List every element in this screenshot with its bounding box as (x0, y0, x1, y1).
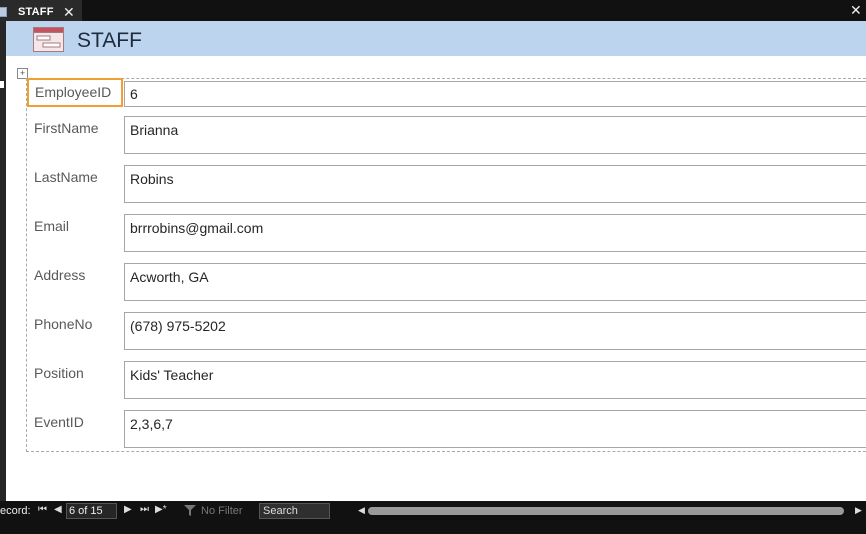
previous-record-icon[interactable]: ◀ (54, 504, 62, 515)
tab-staff[interactable]: STAFF ✕ (0, 0, 82, 21)
form-view: STAFF + EmployeeID 6 FirstName Brianna L… (6, 21, 866, 501)
first-record-icon[interactable]: ⏮ (38, 504, 47, 515)
scroll-left-icon[interactable]: ◀ (358, 505, 365, 516)
employeeid-field[interactable]: 6 (124, 81, 866, 107)
current-record-marker (0, 81, 4, 88)
eventid-label: EventID (34, 414, 84, 430)
lastname-label: LastName (34, 169, 98, 185)
horizontal-scrollbar[interactable] (368, 507, 844, 515)
address-field[interactable]: Acworth, GA (124, 263, 866, 301)
close-tab-icon[interactable]: ✕ (63, 3, 75, 21)
position-field[interactable]: Kids' Teacher (124, 361, 866, 399)
form-icon (33, 27, 64, 52)
new-record-icon[interactable]: ▶* (155, 504, 167, 515)
form-header: STAFF (6, 21, 866, 56)
phoneno-field[interactable]: (678) 975-5202 (124, 312, 866, 350)
position-label: Position (34, 365, 84, 381)
eventid-field[interactable]: 2,3,6,7 (124, 410, 866, 448)
record-navigation-bar: ecord: ⏮ ◀ 6 of 15 ▶ ⏭ ▶* No Filter Sear… (0, 501, 866, 521)
next-record-icon[interactable]: ▶ (124, 504, 132, 515)
form-tab-icon (0, 7, 7, 17)
last-record-icon[interactable]: ⏭ (140, 504, 149, 515)
address-label: Address (34, 267, 86, 283)
current-record-input[interactable]: 6 of 15 (66, 503, 117, 519)
tab-label: STAFF (18, 6, 54, 18)
close-window-icon[interactable]: ✕ (850, 1, 862, 19)
form-title: STAFF (77, 29, 142, 52)
email-label: Email (34, 218, 70, 234)
employeeid-label[interactable]: EmployeeID (27, 78, 123, 107)
scroll-right-icon[interactable]: ▶ (855, 505, 862, 516)
no-filter-button[interactable]: No Filter (201, 505, 243, 517)
document-tab-bar: STAFF ✕ ✕ (0, 0, 866, 21)
phoneno-label: PhoneNo (34, 316, 93, 332)
firstname-label: FirstName (34, 120, 99, 136)
firstname-field[interactable]: Brianna (124, 116, 866, 154)
filter-icon (184, 505, 196, 516)
record-label: ecord: (0, 505, 31, 517)
status-strip (0, 521, 866, 534)
email-field[interactable]: brrrobins@gmail.com (124, 214, 866, 252)
lastname-field[interactable]: Robins (124, 165, 866, 203)
search-input[interactable]: Search (259, 503, 330, 519)
